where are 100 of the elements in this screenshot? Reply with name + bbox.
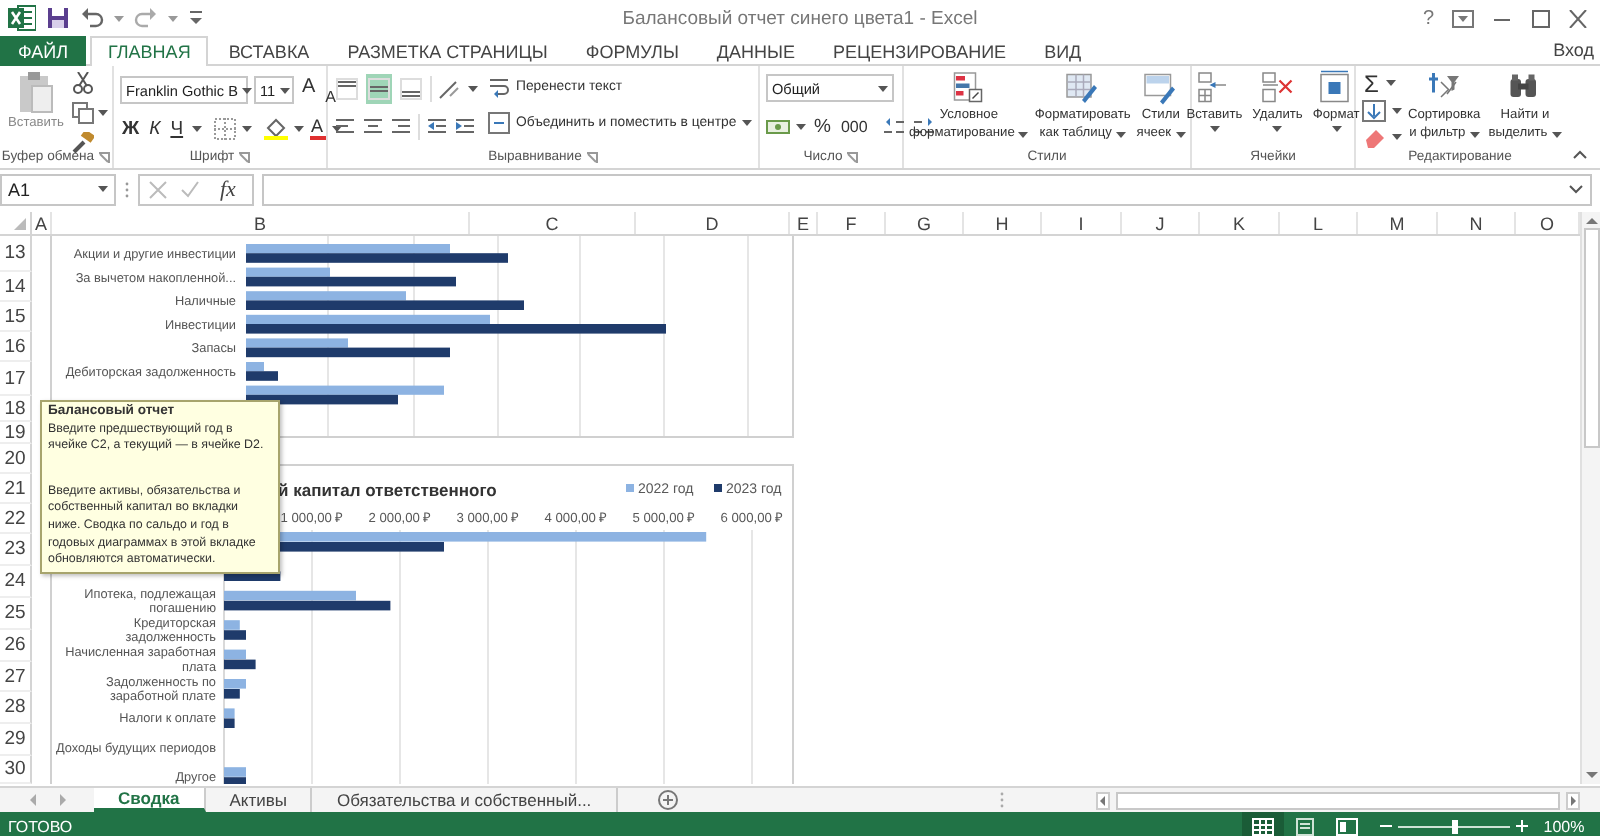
add-sheet-icon[interactable]	[657, 790, 678, 810]
row-header[interactable]: 29	[0, 724, 32, 756]
launcher-icon[interactable]	[846, 151, 859, 163]
vertical-align-button[interactable]	[334, 73, 360, 103]
caret-icon	[1272, 126, 1283, 132]
file-tab[interactable]: ФАЙЛ	[0, 36, 87, 66]
thousands-button[interactable]: 000	[838, 111, 870, 141]
splitter-icon	[124, 179, 130, 199]
cut-icon[interactable]	[71, 72, 94, 94]
italic-button[interactable]: К	[147, 113, 163, 143]
expand-icon[interactable]	[1568, 184, 1584, 194]
row-header[interactable]: 27	[0, 662, 32, 692]
merge-icon	[488, 112, 510, 134]
vertical-scrollbar[interactable]	[1580, 212, 1600, 784]
save-icon[interactable]	[46, 6, 70, 30]
sign-in-link[interactable]: Вход	[1553, 40, 1600, 60]
borders-icon[interactable]	[213, 117, 236, 139]
scroll-right-icon[interactable]	[1566, 791, 1580, 809]
percent-button[interactable]: %	[812, 111, 833, 141]
row-header[interactable]: 13	[0, 236, 32, 272]
currency-icon[interactable]	[766, 115, 790, 137]
horizontal-scrollbar[interactable]	[1116, 791, 1560, 809]
row-header[interactable]: 30	[0, 756, 32, 784]
row-header[interactable]: 17	[0, 362, 32, 396]
sheet-tab[interactable]: Сводка	[94, 788, 206, 812]
row-header[interactable]: 22	[0, 504, 32, 534]
decrease-indent-icon[interactable]	[426, 115, 448, 137]
vertical-align-button[interactable]	[398, 73, 424, 103]
row-header[interactable]: 20	[0, 444, 32, 474]
ribbon-tab[interactable]: ДАННЫЕ	[698, 36, 813, 66]
wrap-icon	[488, 76, 510, 98]
increase-indent-icon[interactable]	[454, 115, 476, 137]
increase-decimal-icon[interactable]	[881, 115, 906, 137]
close-icon[interactable]	[1568, 9, 1588, 27]
formula-input[interactable]	[261, 173, 1592, 205]
zoom-out-icon[interactable]	[1380, 820, 1392, 832]
launcher-icon[interactable]	[98, 151, 111, 163]
row-header[interactable]: 26	[0, 630, 32, 662]
ribbon-tab[interactable]: ГЛАВНАЯ	[90, 36, 209, 66]
column-header[interactable]: J	[1122, 212, 1200, 234]
ribbon-tab[interactable]: РЕЦЕНЗИРОВАНИЕ	[815, 36, 1025, 66]
column-header[interactable]: E	[790, 212, 818, 234]
underline-button[interactable]: Ч	[168, 113, 186, 143]
bold-button[interactable]: Ж	[120, 113, 142, 143]
column-header[interactable]: M	[1358, 212, 1438, 234]
row-header[interactable]: 23	[0, 534, 32, 566]
zoom-slider[interactable]	[1452, 819, 1458, 833]
align-right-icon[interactable]	[390, 115, 412, 137]
caret-icon	[1551, 131, 1562, 137]
copy-icon[interactable]	[71, 102, 94, 124]
column-header[interactable]: A	[32, 212, 52, 234]
ribbon-tab[interactable]: ФОРМУЛЫ	[567, 36, 697, 66]
row-header[interactable]: 28	[0, 692, 32, 724]
text-orientation-icon[interactable]	[438, 77, 462, 99]
ribbon-tab[interactable]: ВСТАВКА	[210, 36, 328, 66]
shrink-font-button[interactable]: A	[323, 75, 339, 105]
column-header[interactable]: G	[886, 212, 964, 234]
column-header[interactable]: F	[818, 212, 886, 234]
autosum-button[interactable]: Σ	[1362, 68, 1381, 98]
name-box[interactable]: A1	[0, 173, 116, 205]
column-header[interactable]: C	[470, 212, 636, 234]
help-button[interactable]: ?	[1422, 7, 1434, 29]
align-left-icon[interactable]	[334, 115, 356, 137]
row-header[interactable]: 15	[0, 302, 32, 332]
column-header[interactable]: L	[1280, 212, 1358, 234]
ribbon-tab[interactable]: РАЗМЕТКА СТРАНИЦЫ	[329, 36, 566, 66]
column-header[interactable]: I	[1042, 212, 1122, 234]
collapse-ribbon-icon[interactable]	[1572, 150, 1588, 160]
scroll-left-icon[interactable]	[1096, 791, 1110, 809]
zoom-in-icon[interactable]	[1516, 820, 1528, 832]
row-header[interactable]: 14	[0, 272, 32, 302]
column-header[interactable]: H	[964, 212, 1042, 234]
column-header[interactable]: D	[636, 212, 790, 234]
column-header[interactable]: N	[1438, 212, 1516, 234]
column-header[interactable]: B	[52, 212, 470, 234]
ribbon-tab[interactable]: ВИД	[1026, 36, 1100, 66]
undo-icon[interactable]	[80, 6, 104, 30]
maximize-icon[interactable]	[1530, 9, 1550, 27]
scroll-up-icon[interactable]	[1585, 216, 1597, 224]
column-header[interactable]: K	[1200, 212, 1280, 234]
launcher-icon[interactable]	[238, 151, 251, 163]
scroll-down-icon[interactable]	[1585, 772, 1597, 780]
align-center-icon[interactable]	[362, 115, 384, 137]
fill-icon[interactable]	[1362, 100, 1386, 122]
vertical-align-button[interactable]	[366, 73, 392, 103]
eraser-icon[interactable]	[1362, 126, 1386, 148]
row-header[interactable]: 19	[0, 422, 32, 444]
row-header[interactable]: 25	[0, 598, 32, 630]
ribbon-display-icon[interactable]	[1452, 9, 1474, 27]
row-header[interactable]: 16	[0, 332, 32, 362]
launcher-icon[interactable]	[585, 151, 598, 163]
fill-color-icon[interactable]	[263, 116, 288, 140]
row-header[interactable]: 24	[0, 566, 32, 598]
row-header[interactable]: 18	[0, 396, 32, 422]
grow-font-button[interactable]: A	[300, 75, 318, 105]
format-painter-icon[interactable]	[71, 132, 94, 154]
font-color-button[interactable]: A	[309, 116, 326, 140]
normal-view-button[interactable]	[1242, 812, 1284, 836]
customize-icon[interactable]	[188, 10, 204, 26]
row-header[interactable]: 21	[0, 474, 32, 504]
